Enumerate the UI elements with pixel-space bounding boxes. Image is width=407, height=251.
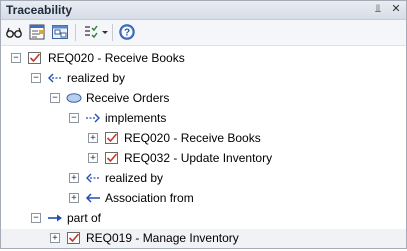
- tree-row-element[interactable]: + REQ019 - Manage Inventory: [1, 229, 406, 247]
- dropdown-arrow-icon[interactable]: [100, 23, 110, 41]
- properties-icon[interactable]: [28, 23, 46, 41]
- window-titlebar: Traceability ⫫ ✕: [1, 1, 406, 20]
- expand-toggle[interactable]: +: [50, 233, 60, 243]
- tree-row-label: Receive Orders: [86, 91, 170, 105]
- collapse-toggle[interactable]: −: [31, 213, 41, 223]
- traceability-window: Traceability ⫫ ✕ ? − REQ020 - Receive Bo…: [0, 0, 407, 249]
- filter-icon[interactable]: [82, 23, 100, 41]
- close-icon[interactable]: ✕: [389, 2, 403, 16]
- traceability-tree: − REQ020 - Receive Books − realized by −…: [1, 46, 406, 248]
- association-arrow-icon: [85, 190, 101, 206]
- tree-row-element[interactable]: + REQ032 - Update Inventory: [1, 149, 406, 167]
- tree-row-element[interactable]: − Receive Orders: [1, 89, 406, 107]
- toolbar: ?: [1, 20, 406, 46]
- tree-row-highlighted[interactable]: + REQ019 - Manage Inventory: [1, 229, 406, 248]
- tree-row-label: REQ020 - Receive Books: [48, 51, 185, 65]
- tree-row-relationship[interactable]: + Association from: [1, 189, 406, 207]
- expand-toggle[interactable]: +: [69, 173, 79, 183]
- tree-row-label: implements: [105, 111, 167, 125]
- tree-row-label: REQ019 - Manage Inventory: [86, 231, 239, 245]
- collapse-toggle[interactable]: −: [31, 73, 41, 83]
- tree-row-label: realized by: [67, 71, 126, 85]
- tree-row-relationship[interactable]: − realized by: [1, 69, 406, 87]
- requirement-icon: [66, 230, 82, 246]
- realization-arrow-icon: [85, 110, 101, 126]
- collapse-toggle[interactable]: −: [50, 93, 60, 103]
- expand-toggle[interactable]: +: [88, 153, 98, 163]
- use-case-icon: [66, 90, 82, 106]
- realization-arrow-icon: [47, 70, 63, 86]
- tree-row-root[interactable]: − REQ020 - Receive Books: [1, 49, 406, 67]
- requirement-icon: [104, 130, 120, 146]
- tree-row-label: REQ032 - Update Inventory: [124, 151, 273, 165]
- toolbar-separator: [112, 24, 113, 41]
- expand-toggle[interactable]: +: [69, 193, 79, 203]
- tree-row-relationship[interactable]: − implements: [1, 109, 406, 127]
- realization-arrow-icon: [85, 170, 101, 186]
- tree-row-label: realized by: [105, 171, 164, 185]
- requirement-icon: [27, 50, 43, 66]
- tree-row-relationship[interactable]: − part of: [1, 209, 406, 227]
- collapse-toggle[interactable]: −: [69, 113, 79, 123]
- requirement-icon: [104, 150, 120, 166]
- collapse-toggle[interactable]: −: [11, 53, 21, 63]
- window-title: Traceability: [6, 3, 73, 17]
- locate-in-browser-icon[interactable]: [51, 23, 69, 41]
- svg-text:?: ?: [124, 28, 130, 39]
- tree-row-label: Association from: [105, 191, 194, 205]
- aggregation-arrow-icon: [47, 210, 63, 226]
- pin-icon[interactable]: ⫫: [371, 2, 385, 16]
- glasses-icon[interactable]: [5, 23, 23, 41]
- expand-toggle[interactable]: +: [88, 133, 98, 143]
- tree-row-relationship[interactable]: + realized by: [1, 169, 406, 187]
- tree-row-element[interactable]: + REQ020 - Receive Books: [1, 129, 406, 147]
- toolbar-separator: [75, 24, 76, 41]
- tree-row-label: part of: [67, 211, 102, 225]
- help-icon[interactable]: ?: [118, 23, 136, 41]
- tree-row-label: REQ020 - Receive Books: [124, 131, 261, 145]
